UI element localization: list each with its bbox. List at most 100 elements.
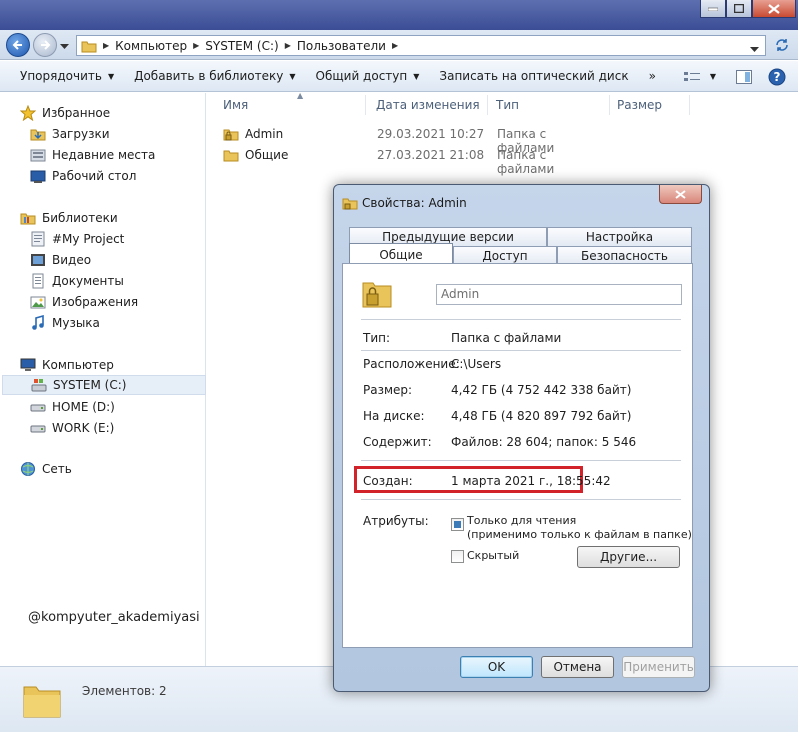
tab-security-label: Безопасность (581, 249, 668, 263)
nav-drive-e[interactable]: WORK (E:) (30, 418, 234, 438)
ok-button[interactable]: OK (460, 656, 533, 678)
readonly-checkbox[interactable] (451, 518, 464, 531)
crumb-separator-icon: ▶ (103, 41, 110, 50)
watermark-text: @kompyuter_akademiyasi (28, 610, 200, 625)
help-icon: ? (768, 68, 786, 85)
size-value: 4,42 ГБ (4 752 442 338 байт) (451, 383, 632, 397)
file-row[interactable]: Общие 27.03.2021 21:08 Папка с файлами (207, 145, 607, 176)
column-header-size[interactable]: Размер (611, 93, 701, 117)
chevron-down-icon: ▼ (107, 71, 115, 81)
tab-previous-versions-label: Предыдущие версии (382, 230, 514, 244)
type-value: Папка с файлами (451, 331, 562, 345)
help-button[interactable]: ? (768, 68, 786, 86)
apply-button[interactable]: Применить (622, 656, 695, 678)
column-header-name[interactable]: Имя ▲ (217, 91, 377, 117)
add-to-library-label: Добавить в библиотеку (134, 69, 284, 83)
column-size-label: Размер (617, 98, 663, 112)
maximize-button[interactable] (726, 0, 752, 18)
nav-drive-d-label: HOME (D:) (52, 400, 115, 414)
nav-libraries[interactable]: Библиотеки (20, 208, 224, 228)
properties-dialog: Свойства: Admin Предыдущие версии Настро… (333, 184, 710, 692)
locked-folder-icon (223, 126, 239, 145)
created-label: Создан: (363, 474, 413, 488)
recent-pages-dropdown[interactable] (60, 39, 69, 53)
address-box[interactable]: ▶ Компьютер ▶ SYSTEM (C:) ▶ Пользователи… (76, 35, 766, 56)
nav-drive-d[interactable]: HOME (D:) (30, 397, 234, 417)
change-view-button[interactable]: ▼ (683, 71, 716, 83)
system-drive-icon (31, 377, 47, 393)
item-count: Элементов: 2 (82, 684, 167, 698)
nav-downloads-label: Загрузки (52, 127, 110, 141)
libraries-icon (20, 210, 36, 226)
nav-music[interactable]: Музыка (30, 313, 234, 333)
nav-downloads[interactable]: Загрузки (30, 124, 234, 144)
nav-images[interactable]: Изображения (30, 292, 234, 312)
downloads-folder-icon (30, 126, 46, 142)
hidden-checkbox[interactable] (451, 550, 464, 563)
maximize-icon (734, 4, 744, 13)
chevron-down-icon: ▼ (413, 71, 420, 81)
column-divider[interactable] (609, 95, 610, 115)
nav-favorites[interactable]: Избранное (20, 103, 224, 123)
file-row[interactable]: Admin 29.03.2021 10:27 Папка с файлами (207, 124, 607, 155)
on-disk-label: На диске: (363, 409, 425, 423)
breadcrumb-computer[interactable]: Компьютер (115, 39, 187, 53)
file-type: Папка с файлами (497, 148, 555, 176)
cancel-button[interactable]: Отмена (541, 656, 614, 678)
file-name: Admin (245, 127, 284, 141)
address-history-dropdown[interactable] (750, 42, 759, 56)
column-header-date[interactable]: Дата изменения (370, 93, 490, 117)
breadcrumb-users[interactable]: Пользователи (297, 39, 386, 53)
nav-desktop[interactable]: Рабочий стол (30, 166, 234, 186)
crumb-separator-icon: ▶ (391, 41, 399, 50)
minimize-button[interactable] (700, 0, 726, 18)
share-button[interactable]: Общий доступ ▼ (306, 69, 430, 83)
desktop-icon (30, 168, 46, 184)
other-attributes-button[interactable]: Другие... (577, 546, 680, 568)
refresh-button[interactable] (774, 38, 790, 55)
crumb-separator-icon: ▶ (284, 41, 291, 50)
readonly-label: Только для чтения (467, 514, 577, 527)
breadcrumb-drive-c[interactable]: SYSTEM (C:) (205, 39, 278, 53)
more-commands-button[interactable]: » (639, 69, 666, 83)
column-header-type[interactable]: Тип (490, 93, 610, 117)
back-button[interactable] (6, 33, 30, 57)
tab-general[interactable]: Общие (349, 243, 453, 265)
nav-network[interactable]: Сеть (20, 459, 224, 479)
nav-my-project[interactable]: #My Project (30, 229, 234, 249)
refresh-icon (776, 39, 788, 51)
nav-computer[interactable]: Компьютер (20, 355, 224, 375)
recent-places-icon (30, 147, 46, 163)
column-divider[interactable] (365, 95, 366, 115)
contains-label: Содержит: (363, 435, 432, 449)
nav-video[interactable]: Видео (30, 250, 234, 270)
organize-label: Упорядочить (20, 69, 102, 83)
divider (361, 460, 681, 461)
column-divider[interactable] (487, 95, 488, 115)
preview-pane-button[interactable] (736, 69, 752, 84)
nav-drive-c[interactable]: SYSTEM (C:) (2, 375, 206, 395)
divider (361, 350, 681, 351)
organize-button[interactable]: Упорядочить ▼ (10, 69, 124, 83)
forward-button[interactable] (33, 33, 57, 57)
nav-music-label: Музыка (52, 316, 100, 330)
tab-sharing-label: Доступ (482, 249, 528, 263)
attributes-label: Атрибуты: (363, 514, 429, 528)
close-button[interactable] (752, 0, 796, 18)
locked-folder-icon (342, 195, 358, 214)
readonly-note: (применимо только к файлам в папке) (467, 528, 692, 541)
window-titlebar (0, 0, 798, 30)
nav-recent[interactable]: Недавние места (30, 145, 234, 165)
dialog-close-button[interactable] (659, 185, 702, 204)
folder-name-field[interactable]: Admin (436, 284, 682, 305)
add-to-library-button[interactable]: Добавить в библиотеку ▼ (124, 69, 305, 83)
tab-customize[interactable]: Настройка (547, 227, 692, 246)
nav-documents[interactable]: Документы (30, 271, 234, 291)
close-icon (675, 189, 686, 199)
burn-button[interactable]: Записать на оптический диск (429, 69, 638, 83)
arrow-left-icon (12, 40, 22, 50)
folder-icon (81, 41, 97, 52)
column-divider[interactable] (689, 95, 690, 115)
nav-documents-label: Документы (52, 274, 124, 288)
project-library-icon (30, 231, 46, 247)
